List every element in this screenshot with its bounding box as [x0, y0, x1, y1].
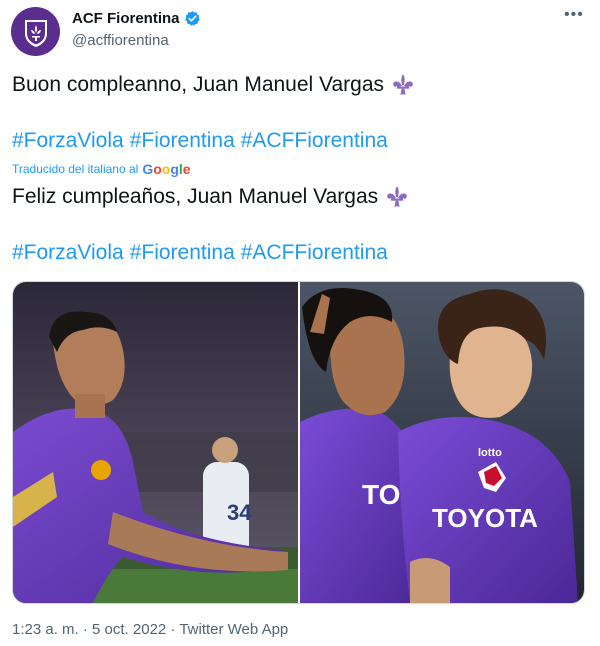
hashtag-list: #ForzaViola #Fiorentina #ACFFiorentina [12, 128, 394, 154]
more-options-icon[interactable]: ••• [564, 6, 584, 24]
original-sentence: Buon compleanno, Juan Manuel Vargas [12, 73, 385, 96]
tweet-header: ACF Fiorentina @acffiorentina ••• [0, 0, 600, 62]
account-display-name[interactable]: ACF Fiorentina [72, 10, 180, 27]
translation-label: Traducido del italiano al [12, 162, 139, 176]
hashtag-forzaviola[interactable]: #ForzaViola [12, 240, 124, 266]
translated-sentence: Feliz cumpleaños, Juan Manuel Vargas [12, 185, 379, 208]
hashtag-fiorentina[interactable]: #Fiorentina [130, 240, 235, 266]
opponent-number: 34 [227, 500, 252, 525]
google-logo: Google [142, 161, 191, 177]
translation-notice[interactable]: Traducido del italiano al Google [12, 161, 191, 177]
tweet-media-grid: 34 lotto TOYOTA [12, 281, 585, 604]
hashtag-acffiorentina[interactable]: #ACFFiorentina [241, 240, 388, 266]
hashtag-acffiorentina[interactable]: #ACFFiorentina [241, 128, 388, 154]
fleur-de-lis-icon [387, 186, 407, 207]
tweet-timestamp[interactable]: 1:23 a. m. · 5 oct. 2022 · Twitter Web A… [12, 621, 288, 638]
fiorentina-crest-icon[interactable] [11, 7, 60, 56]
tweet-translated-text: Feliz cumpleaños, Juan Manuel Vargas [12, 184, 410, 210]
hashtag-forzaviola[interactable]: #ForzaViola [12, 128, 124, 154]
jersey-brand: lotto [478, 447, 502, 459]
translated-hashtag-list: #ForzaViola #Fiorentina #ACFFiorentina [12, 240, 394, 266]
verified-badge-icon [184, 11, 200, 26]
jersey-sponsor-right: TOYOTA [432, 503, 538, 533]
tweet-original-text: Buon compleanno, Juan Manuel Vargas [12, 72, 416, 98]
photo-vargas-celebrating[interactable]: 34 [13, 282, 298, 603]
photo-vargas-with-teammate[interactable]: TOYO lotto TOYOTA [300, 282, 584, 603]
fleur-de-lis-icon [393, 74, 413, 95]
hashtag-fiorentina[interactable]: #Fiorentina [130, 128, 235, 154]
account-handle[interactable]: @acffiorentina [72, 32, 169, 49]
